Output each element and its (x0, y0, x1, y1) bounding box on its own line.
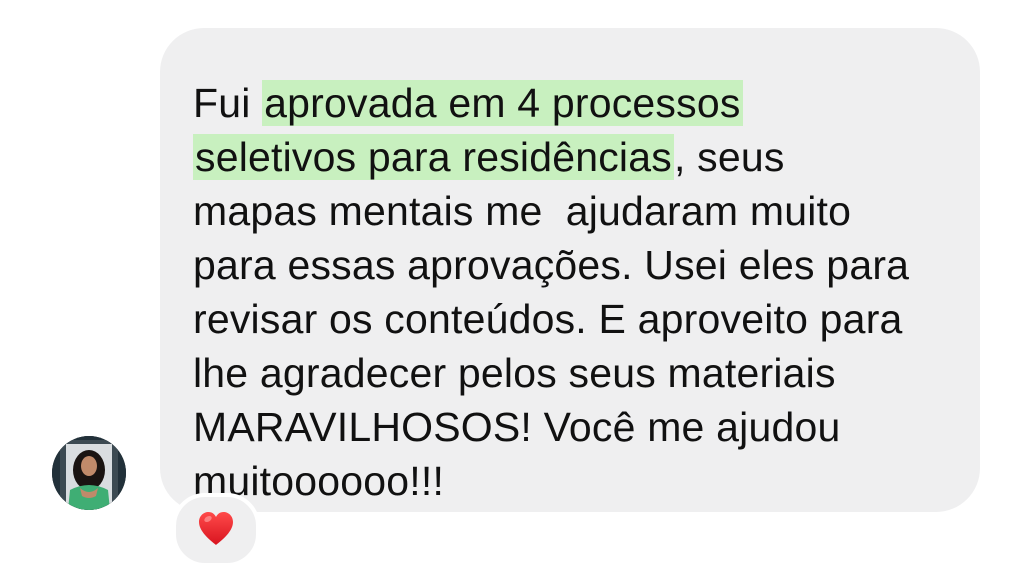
message-line: revisar os conteúdos. E aproveito para (193, 296, 903, 342)
message-line: muitoooooo!!! (193, 458, 445, 504)
message-line: Fui aprovada em 4 processos (193, 76, 940, 130)
message-line: mapas mentais me ajudaram muito (193, 188, 852, 234)
highlighted-text: aprovada em 4 processos (262, 80, 743, 126)
message-line: MARAVILHOSOS! Você me ajudou (193, 404, 841, 450)
chat-view: Fui aprovada em 4 processos seletivos pa… (0, 0, 1024, 586)
reaction-badge[interactable] (172, 493, 260, 567)
message-line: para essas aprovações. Usei eles para (193, 242, 910, 288)
message-text-segment: , seus (673, 134, 785, 180)
avatar-photo (52, 436, 126, 510)
message-text: Fui aprovada em 4 processos seletivos pa… (193, 76, 940, 508)
highlighted-text: seletivos para residências (193, 134, 674, 180)
sender-avatar[interactable] (52, 436, 126, 510)
message-line: lhe agradecer pelos seus materiais (193, 350, 836, 396)
heart-icon (199, 512, 233, 545)
message-bubble[interactable]: Fui aprovada em 4 processos seletivos pa… (160, 28, 980, 512)
message-text-segment: Fui (193, 80, 263, 126)
message-line: seletivos para residências, seus (193, 130, 940, 184)
